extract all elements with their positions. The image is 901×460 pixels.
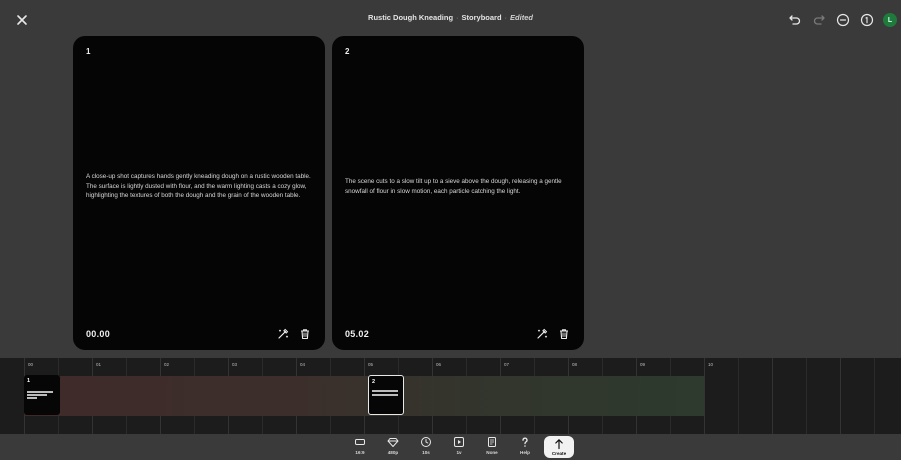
timeline-ruler[interactable]: 00 01 02 03 04 05 06 07 08 09 10 [0,358,901,372]
page-title: Rustic Dough Kneading · Storyboard · Edited [0,13,901,22]
storyboard-card[interactable]: 2 The scene cuts to a slow tilt up to a … [332,36,584,350]
tick-label: 04 [300,362,306,367]
tick-label: 09 [640,362,646,367]
zoom-out-button[interactable] [835,12,851,28]
magic-wand-icon [277,328,288,339]
card-number: 2 [345,47,350,56]
project-name: Rustic Dough Kneading [368,13,454,22]
redo-button[interactable] [811,12,827,28]
tool-label: None [486,450,498,455]
view-name: Storyboard [461,13,502,22]
clip-number: 2 [372,379,376,385]
bottom-toolbar: 16:9 480p 10s 1v None Help Create [0,434,901,460]
redo-icon [813,15,825,25]
clock-icon [421,437,431,447]
question-icon [522,437,528,447]
clip-thumbnail-line [27,394,47,396]
trash-icon [300,328,309,339]
arrow-up-icon [555,439,563,450]
preset-button[interactable]: None [480,436,504,458]
card-description[interactable]: The scene cuts to a slow tilt up to a si… [345,177,577,196]
variations-button[interactable]: 1v [447,436,471,458]
edit-status: Edited [510,13,533,22]
tick-label: 00 [28,362,34,367]
delete-button[interactable] [557,327,570,340]
edit-button[interactable] [535,327,548,340]
undo-button[interactable] [787,12,803,28]
info-button[interactable] [859,12,875,28]
top-bar: Rustic Dough Kneading · Storyboard · Edited [0,0,901,40]
tool-label: 1v [456,450,462,455]
aspect-ratio-button[interactable]: 16:9 [348,436,372,458]
title-separator: · [456,13,459,22]
tick-label: 01 [96,362,102,367]
tick-label: 02 [164,362,170,367]
create-button[interactable]: Create [544,436,574,458]
timeline-clip-selected[interactable]: 2 [368,375,404,415]
aspect-ratio-icon [355,439,365,445]
tick-label: 10 [708,362,714,367]
title-separator: · [504,13,508,22]
trash-icon [559,328,568,339]
tick-label: 08 [572,362,578,367]
tick-label: 06 [436,362,442,367]
clip-thumbnail-line [27,397,37,399]
clip-number: 1 [27,378,31,384]
avatar[interactable]: L [883,13,897,27]
card-timestamp: 00.00 [86,329,111,339]
document-icon [488,437,496,447]
clip-thumbnail-line [372,394,398,396]
tool-label: 10s [422,450,430,455]
undo-icon [789,15,801,25]
tick-label: 07 [504,362,510,367]
minus-circle-icon [836,13,850,27]
card-number: 1 [86,47,91,56]
clip-thumbnail-line [372,390,398,392]
tool-label: 480p [387,450,399,455]
resolution-button[interactable]: 480p [381,436,405,458]
play-square-icon [454,437,464,447]
edit-button[interactable] [276,327,289,340]
tool-label: 16:9 [355,450,365,455]
clip-thumbnail-line [27,391,53,393]
duration-button[interactable]: 10s [414,436,438,458]
tick-label: 03 [232,362,238,367]
delete-button[interactable] [298,327,311,340]
card-timestamp: 05.02 [345,329,370,339]
magic-wand-icon [536,328,547,339]
timeline-clip[interactable]: 1 [24,375,60,415]
timeline[interactable]: 00 01 02 03 04 05 06 07 08 09 10 1 2 [0,358,901,434]
help-button[interactable]: Help [513,436,537,458]
diamond-icon [387,438,399,447]
storyboard-card[interactable]: 1 A close-up shot captures hands gently … [73,36,325,350]
timeline-track[interactable] [24,376,704,416]
info-circle-icon [860,13,874,27]
tool-label: Help [520,450,530,455]
create-label: Create [551,451,567,456]
card-description[interactable]: A close-up shot captures hands gently kn… [86,172,318,201]
tick-label: 05 [368,362,374,367]
